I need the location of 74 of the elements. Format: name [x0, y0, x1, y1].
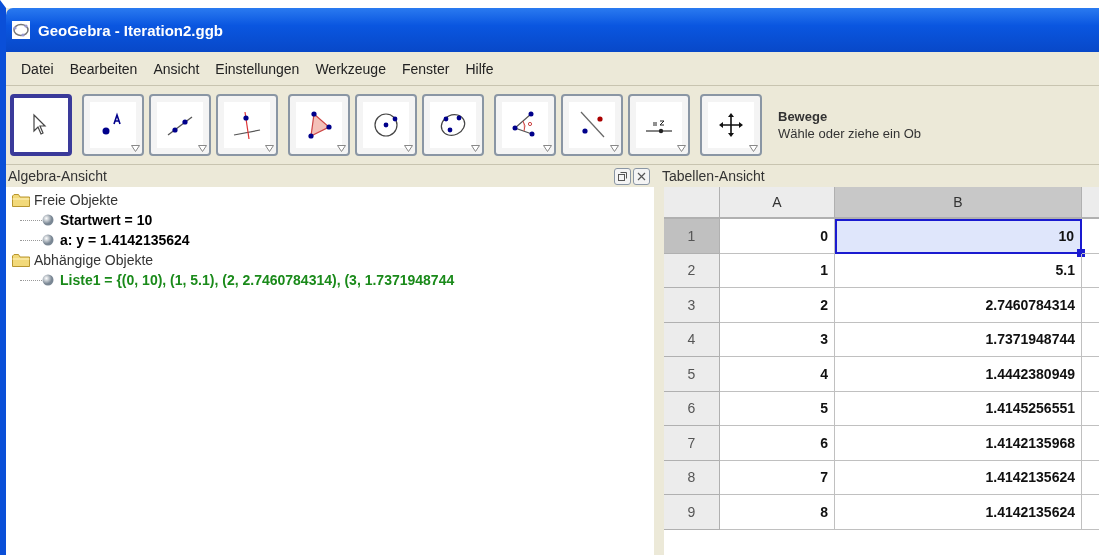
algebra-object[interactable]: Liste1 = {(0, 10), (1, 5.1), (2, 2.7460784314), (3, 1.7371948744 [60, 272, 455, 288]
folder-icon [12, 253, 30, 267]
tool-button[interactable] [422, 94, 484, 156]
row-header[interactable]: 1 [664, 219, 720, 254]
column-header[interactable]: A [720, 187, 835, 219]
row-header[interactable]: 5 [664, 357, 720, 392]
table-cell[interactable]: 5 [720, 391, 835, 426]
algebra-object[interactable]: Startwert = 10 [60, 212, 153, 228]
table-cell[interactable]: 5.1 [835, 253, 1082, 288]
menu-item[interactable]: Bearbeiten [68, 60, 139, 77]
table-cell[interactable]: 1.4442380949 [835, 357, 1082, 392]
row-header[interactable]: 3 [664, 288, 720, 323]
table-cell[interactable]: 4 [720, 357, 835, 392]
ball-icon [42, 214, 54, 226]
tool-button[interactable] [10, 94, 72, 156]
caret-icon [677, 145, 686, 152]
caret-icon [471, 145, 480, 152]
corner-header [664, 187, 720, 219]
undock-icon [618, 171, 627, 181]
caret-icon [610, 145, 619, 152]
caret-icon [543, 145, 552, 152]
row-header[interactable]: 2 [664, 253, 720, 288]
tool-button[interactable] [288, 94, 350, 156]
caret-icon [265, 145, 274, 152]
caret-icon [198, 145, 207, 152]
fill-handle[interactable] [1077, 248, 1085, 257]
tool-name: Bewege [778, 108, 829, 125]
table-cell[interactable]: 6 [720, 426, 835, 461]
caret-icon [337, 145, 346, 152]
table-cell[interactable]: 7 [720, 460, 835, 495]
table-cell[interactable]: 1.7371948744 [835, 322, 1082, 357]
tool-help: Wähle oder ziehe ein Ob [778, 125, 922, 142]
caret-icon [131, 145, 140, 152]
menu-item[interactable]: Fenster [400, 60, 451, 77]
menu-item[interactable]: Hilfe [464, 60, 495, 77]
ball-icon [42, 234, 54, 246]
window-title: GeoGebra - Iteration2.ggb [38, 21, 224, 39]
table-cell[interactable]: 2 [720, 288, 835, 323]
tree-folder[interactable]: Abhängige Objekte [34, 252, 154, 268]
row-header[interactable]: 4 [664, 322, 720, 357]
tree-folder[interactable]: Freie Objekte [34, 192, 119, 208]
close-icon [637, 171, 646, 181]
app-icon [12, 21, 30, 39]
folder-icon [12, 193, 30, 207]
caret-icon [749, 145, 758, 152]
tool-button[interactable] [700, 94, 762, 156]
menu-item[interactable]: Ansicht [152, 60, 201, 77]
panel-title: Tabellen-Ansicht [662, 168, 765, 184]
close-button[interactable] [633, 167, 650, 185]
caret-icon [404, 145, 413, 152]
column-header[interactable]: B [835, 187, 1082, 219]
table-cell[interactable]: 1.4142135968 [835, 426, 1082, 461]
ball-icon [42, 274, 54, 286]
row-header[interactable]: 9 [664, 495, 720, 530]
table-cell[interactable]: 1.4145256551 [835, 391, 1082, 426]
menu-item[interactable]: Werkzeuge [314, 60, 387, 77]
row-header[interactable]: 7 [664, 426, 720, 461]
table-cell[interactable]: 1.4142135624 [835, 495, 1082, 530]
undock-button[interactable] [614, 167, 631, 185]
table-cell[interactable]: 8 [720, 495, 835, 530]
table-cell[interactable]: 1 [720, 253, 835, 288]
panel-title: Algebra-Ansicht [8, 168, 107, 184]
menu-item[interactable]: Datei [20, 60, 55, 77]
tool-button[interactable] [494, 94, 556, 156]
table-cell[interactable]: 1.4142135624 [835, 460, 1082, 495]
perpendicular-line-icon [231, 109, 263, 141]
table-cell[interactable]: 10 [835, 219, 1082, 254]
algebra-object[interactable]: a: y = 1.4142135624 [60, 232, 190, 248]
tool-button[interactable] [355, 94, 417, 156]
row-header[interactable]: 8 [664, 460, 720, 495]
table-cell[interactable]: 3 [720, 322, 835, 357]
menu-item[interactable]: Einstellungen [214, 60, 301, 77]
table-cell[interactable]: 2.7460784314 [835, 288, 1082, 323]
row-header[interactable]: 6 [664, 391, 720, 426]
